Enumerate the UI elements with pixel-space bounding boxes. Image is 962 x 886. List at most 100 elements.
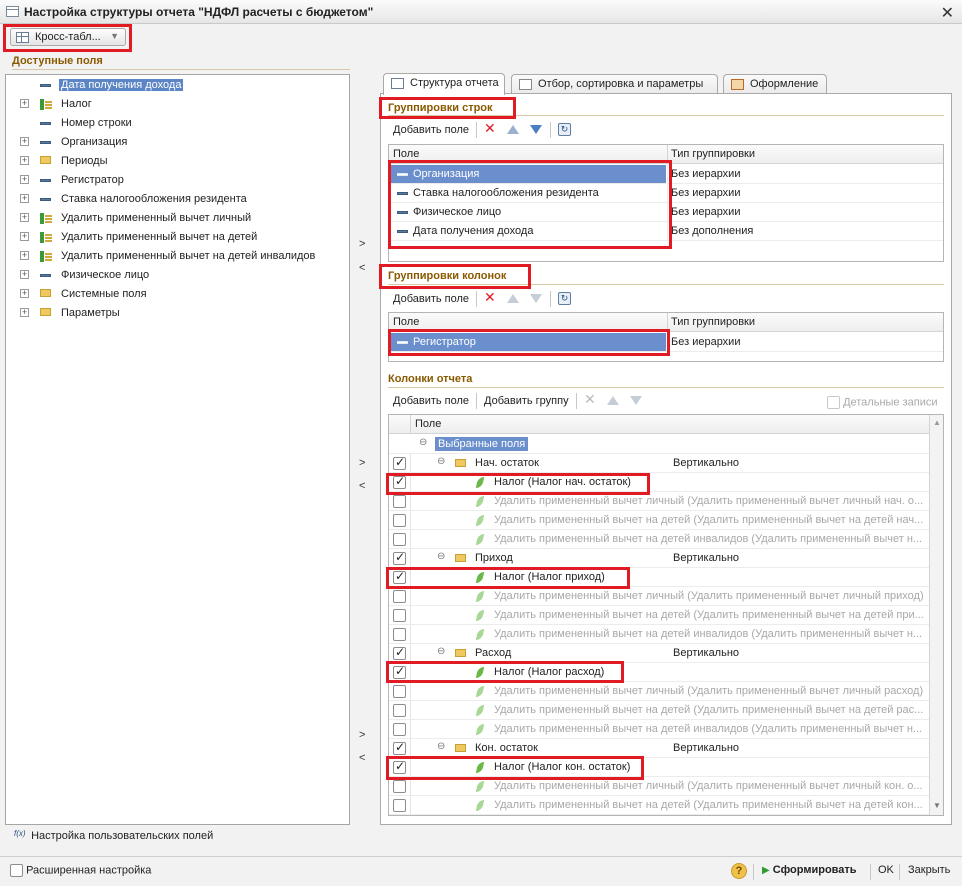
delete-icon[interactable]: ✕ <box>584 391 596 408</box>
checkbox[interactable] <box>393 645 406 660</box>
delete-icon[interactable]: ✕ <box>484 289 496 306</box>
expand-icon[interactable]: + <box>20 270 29 279</box>
checkbox[interactable] <box>393 455 406 470</box>
expand-icon[interactable]: + <box>20 156 29 165</box>
field-row[interactable]: Удалить примененный вычет личный (Удалит… <box>389 682 929 701</box>
available-fields-tree[interactable]: Дата получения дохода + Налог Номер строки +… <box>5 74 350 825</box>
field-row[interactable]: Налог (Налог приход) <box>389 568 929 587</box>
field-row[interactable]: Удалить примененный вычет личный (Удалит… <box>389 777 929 796</box>
add-field-button[interactable]: > <box>359 729 365 741</box>
tree-item[interactable]: + Ставка налогообложения резидента <box>6 190 349 209</box>
collapse-icon[interactable]: ⊖ <box>437 646 445 657</box>
report-type-dropdown[interactable]: Кросс-табл... ▼ <box>10 28 126 46</box>
expand-icon[interactable]: + <box>20 251 29 260</box>
move-down-icon[interactable] <box>530 294 542 303</box>
table-row[interactable]: Регистратор Без иерархии <box>389 333 943 352</box>
move-up-icon[interactable] <box>607 396 619 405</box>
move-down-icon[interactable] <box>530 125 542 134</box>
move-down-icon[interactable] <box>630 396 642 405</box>
checkbox[interactable] <box>393 514 406 527</box>
expand-icon[interactable]: + <box>20 175 29 184</box>
table-row[interactable]: Организация Без иерархии <box>389 165 943 184</box>
checkbox[interactable] <box>393 533 406 546</box>
checkbox[interactable] <box>393 759 406 774</box>
move-up-icon[interactable] <box>507 294 519 303</box>
extended-settings-checkbox[interactable]: Расширенная настройка <box>10 864 151 877</box>
collapse-icon[interactable]: ⊖ <box>437 741 445 752</box>
tree-item[interactable]: Номер строки <box>6 114 349 133</box>
group-row[interactable]: ⊖ Приход Вертикально <box>389 549 929 568</box>
field-row[interactable]: Налог (Налог нач. остаток) <box>389 473 929 492</box>
columns-add-group-button[interactable]: Добавить группу <box>484 395 569 407</box>
checkbox[interactable] <box>393 628 406 641</box>
close-button[interactable]: Закрыть <box>908 864 950 876</box>
table-row[interactable]: Ставка налогообложения резидента Без иера… <box>389 184 943 203</box>
remove-field-button[interactable]: < <box>359 752 365 764</box>
checkbox[interactable] <box>393 704 406 717</box>
checkbox[interactable] <box>393 780 406 793</box>
help-icon[interactable]: ? <box>731 863 747 879</box>
scrollbar[interactable]: ▲ ▼ <box>929 415 943 815</box>
table-row[interactable]: Дата получения дохода Без дополнения <box>389 222 943 241</box>
close-icon[interactable]: ✕ <box>941 3 954 23</box>
tab-appearance[interactable]: Оформление <box>723 74 827 95</box>
checkbox[interactable] <box>393 723 406 736</box>
group-icon[interactable]: ↻ <box>558 123 571 136</box>
checkbox[interactable] <box>393 550 406 565</box>
tree-root-row[interactable]: ⊖ Выбранные поля <box>389 435 929 454</box>
remove-column-button[interactable]: < <box>359 480 365 492</box>
field-row[interactable]: Удалить примененный вычет личный (Удалит… <box>389 492 929 511</box>
field-row[interactable]: Удалить примененный вычет на детей (Удал… <box>389 606 929 625</box>
collapse-icon[interactable]: ⊖ <box>419 437 427 448</box>
field-row[interactable]: Налог (Налог расход) <box>389 663 929 682</box>
tree-item[interactable]: + Периоды <box>6 152 349 171</box>
group-row[interactable]: ⊖ Расход Вертикально <box>389 644 929 663</box>
move-up-icon[interactable] <box>507 125 519 134</box>
checkbox[interactable] <box>393 474 406 489</box>
field-row[interactable]: Удалить примененный вычет на детей (Удал… <box>389 796 929 815</box>
custom-fields-link[interactable]: f(x) Настройка пользовательских полей <box>14 829 213 843</box>
tree-item[interactable]: + Удалить примененный вычет на детей <box>6 228 349 247</box>
detail-records-checkbox[interactable]: Детальные записи <box>827 396 938 409</box>
checkbox[interactable] <box>827 396 840 409</box>
checkbox[interactable] <box>393 590 406 603</box>
add-row-grouping-button[interactable]: > <box>359 238 365 250</box>
tab-report-structure[interactable]: Структура отчета <box>383 73 505 95</box>
scroll-up-icon[interactable]: ▲ <box>933 418 941 427</box>
collapse-icon[interactable]: ⊖ <box>437 551 445 562</box>
collapse-icon[interactable]: ⊖ <box>437 456 445 467</box>
tree-item[interactable]: + Удалить примененный вычет на детей инва… <box>6 247 349 266</box>
checkbox[interactable] <box>393 609 406 622</box>
column-groupings-table[interactable]: Поле Тип группировки Регистратор Без иера… <box>388 312 944 362</box>
table-row[interactable]: Физическое лицо Без иерархии <box>389 203 943 222</box>
tab-filter-sort-params[interactable]: Отбор, сортировка и параметры <box>511 74 718 95</box>
expand-icon[interactable]: + <box>20 137 29 146</box>
field-row[interactable]: Удалить примененный вычет на детей инвал… <box>389 530 929 549</box>
field-row[interactable]: Удалить примененный вычет на детей (Удал… <box>389 701 929 720</box>
expand-icon[interactable]: + <box>20 308 29 317</box>
column-add-field-button[interactable]: Добавить поле <box>393 293 469 305</box>
tree-item[interactable]: + Физическое лицо <box>6 266 349 285</box>
checkbox[interactable] <box>393 799 406 812</box>
ok-button[interactable]: OK <box>878 864 894 876</box>
expand-icon[interactable]: + <box>20 232 29 241</box>
tree-item[interactable]: + Организация <box>6 133 349 152</box>
tree-item[interactable]: + Налог <box>6 95 349 114</box>
tree-item[interactable]: + Удалить примененный вычет личный <box>6 209 349 228</box>
report-columns-tree[interactable]: Поле ▲ ▼ ⊖ Выбранные поля ⊖ Нач. остаток Вер… <box>388 414 944 816</box>
field-row[interactable]: Налог (Налог кон. остаток) <box>389 758 929 777</box>
field-row[interactable]: Удалить примененный вычет на детей (Удал… <box>389 511 929 530</box>
group-row[interactable]: ⊖ Кон. остаток Вертикально <box>389 739 929 758</box>
scroll-down-icon[interactable]: ▼ <box>933 801 941 810</box>
delete-icon[interactable]: ✕ <box>484 120 496 137</box>
field-row[interactable]: Удалить примененный вычет личный (Удалит… <box>389 587 929 606</box>
checkbox[interactable] <box>393 495 406 508</box>
field-row[interactable]: Удалить примененный вычет на детей инвал… <box>389 720 929 739</box>
expand-icon[interactable]: + <box>20 99 29 108</box>
add-column-button[interactable]: > <box>359 457 365 469</box>
checkbox[interactable] <box>10 864 23 877</box>
tree-item[interactable]: Дата получения дохода <box>6 76 349 95</box>
tree-item[interactable]: + Параметры <box>6 304 349 323</box>
checkbox[interactable] <box>393 685 406 698</box>
group-icon[interactable]: ↻ <box>558 292 571 305</box>
